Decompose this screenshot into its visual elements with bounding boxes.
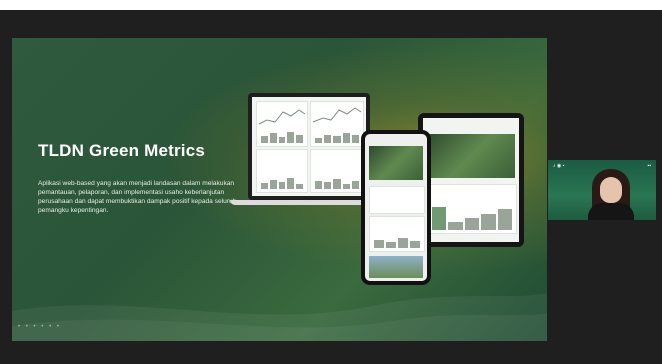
participant-face (600, 177, 622, 203)
bar-chart-graphic (374, 236, 420, 248)
line-chart-graphic (258, 109, 306, 125)
bar-chart-graphic (261, 131, 303, 143)
slide-footer-dots: • • • • • • (18, 324, 61, 330)
bar-chart-graphic (315, 131, 360, 143)
dashboard-chart-panel (310, 101, 364, 147)
participant-header-right: ▪▪ (647, 163, 651, 169)
tablet-mockup (418, 113, 524, 247)
forest-image (369, 146, 423, 180)
phone-mockup (361, 130, 431, 285)
phone-app-screen (365, 134, 427, 281)
laptop-mockup (248, 93, 370, 200)
tablet-dashboard-screen (423, 118, 519, 242)
landscape-image (369, 256, 423, 278)
window-top-strip (0, 0, 662, 10)
line-chart-graphic (312, 107, 362, 123)
dashboard-chart-panel (310, 149, 364, 193)
dashboard-chart-panel (256, 149, 308, 193)
dashboard-chart-panel (369, 216, 425, 252)
dashboard-chart-panel (256, 101, 308, 147)
laptop-dashboard-screen (252, 97, 366, 196)
slide-title: TLDN Green Metrics (38, 141, 206, 160)
slide-description: Aplikasi web-based yang akan menjadi lan… (38, 180, 237, 214)
participant-body (588, 203, 634, 220)
map-image (427, 134, 515, 178)
participant-video-tile[interactable]: ♪ ◉ ▪ ▪▪ (548, 160, 656, 220)
dashboard-chart-panel (369, 186, 425, 214)
bar-chart-graphic (315, 177, 360, 189)
slide-wave-decoration (12, 293, 547, 341)
bar-chart-graphic (261, 177, 303, 189)
dashboard-chart-panel (427, 184, 517, 234)
bar-chart-graphic (432, 204, 513, 230)
participant-header-left: ♪ ◉ ▪ (553, 163, 565, 169)
